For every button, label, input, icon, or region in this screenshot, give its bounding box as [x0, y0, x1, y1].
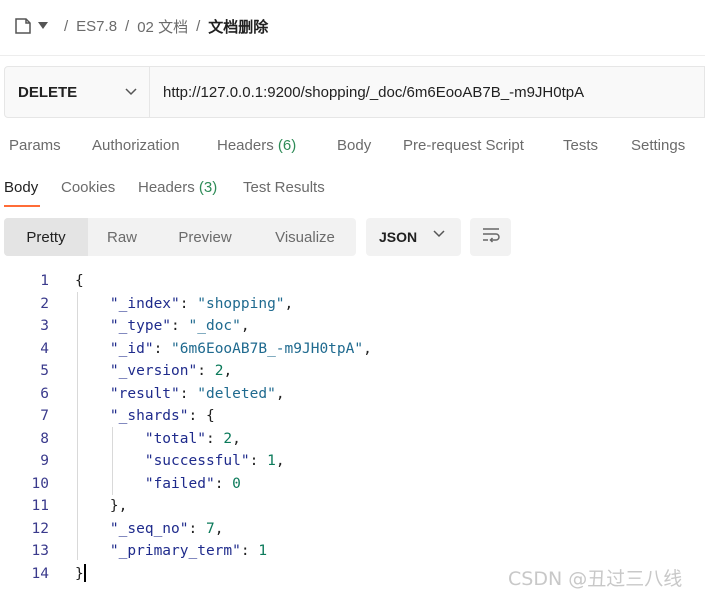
chevron-down-icon	[433, 230, 445, 238]
code-line: "_id": "6m6EooAB7B_-m9JH0tpA",	[109, 340, 372, 357]
request-tabs: Params Authorization Headers (6) Body Pr…	[0, 130, 705, 162]
line-number: 8	[40, 430, 49, 447]
format-label: JSON	[379, 229, 418, 245]
line-number: 5	[40, 363, 49, 379]
response-headers-count: (3)	[198, 179, 218, 196]
active-tab-indicator	[4, 205, 40, 207]
headers-count: (6)	[277, 137, 297, 154]
response-tab-headers[interactable]: Headers (3)	[138, 179, 217, 196]
breadcrumb-item-collection[interactable]: ES7.8	[76, 18, 117, 35]
code-line: "successful": 1,	[144, 453, 285, 469]
tab-settings[interactable]: Settings	[631, 137, 685, 154]
header-divider	[0, 55, 705, 56]
line-number: 7	[40, 408, 49, 424]
tab-headers[interactable]: Headers (6)	[217, 137, 296, 154]
response-body-editor[interactable]: 1 2 3 4 5 6 7 8 9 10 11 12 13 14 { "_ind…	[0, 270, 705, 590]
request-bar: DELETE http://127.0.0.1:9200/shopping/_d…	[4, 66, 705, 118]
wrap-lines-icon	[481, 227, 501, 248]
tab-body[interactable]: Body	[337, 137, 371, 154]
view-raw-button[interactable]: Raw	[88, 218, 156, 256]
breadcrumb: / ES7.8 / 02 文档 / 文档删除	[14, 12, 268, 40]
line-number: 3	[40, 318, 49, 334]
method-select[interactable]: DELETE	[5, 67, 150, 117]
tab-authorization[interactable]: Authorization	[92, 137, 180, 154]
line-number: 13	[31, 543, 49, 559]
line-number: 10	[31, 475, 49, 492]
line-number: 4	[40, 340, 49, 357]
response-tab-body[interactable]: Body	[4, 179, 38, 196]
line-number: 6	[40, 385, 49, 402]
response-tab-headers-label: Headers	[138, 179, 195, 196]
breadcrumb-separator: /	[125, 17, 130, 35]
breadcrumb-item-request: 文档删除	[208, 18, 269, 36]
code-line: "total": 2,	[144, 430, 241, 447]
wrap-lines-button[interactable]	[470, 218, 511, 256]
line-number: 12	[31, 520, 49, 537]
response-tabs: Body Cookies Headers (3) Test Results	[0, 172, 705, 208]
collection-icon[interactable]	[14, 16, 34, 36]
line-number: 2	[40, 295, 49, 312]
code-line: },	[109, 498, 128, 514]
tab-prerequest-script[interactable]: Pre-request Script	[403, 137, 524, 154]
tab-params[interactable]: Params	[9, 137, 61, 154]
code-line: "_primary_term": 1	[109, 543, 268, 559]
code-line: }	[75, 565, 84, 582]
view-pretty-button[interactable]: Pretty	[4, 218, 88, 256]
format-select[interactable]: JSON	[366, 218, 461, 256]
code-line: "_type": "_doc",	[109, 318, 250, 334]
text-cursor	[84, 564, 86, 582]
caret-down-icon[interactable]	[38, 22, 48, 30]
view-mode-group: Pretty Raw Preview Visualize	[4, 218, 356, 256]
tab-headers-label: Headers	[217, 137, 274, 154]
tab-tests[interactable]: Tests	[563, 137, 598, 154]
code-line: "_index": "shopping",	[109, 295, 294, 312]
line-number: 14	[31, 565, 49, 582]
watermark: CSDN @丑过三八线	[508, 568, 683, 590]
response-tab-cookies[interactable]: Cookies	[61, 179, 115, 196]
method-label: DELETE	[18, 83, 78, 101]
code-line: "_seq_no": 7,	[109, 520, 224, 537]
url-input[interactable]: http://127.0.0.1:9200/shopping/_doc/6m6E…	[150, 67, 704, 117]
line-number: 11	[31, 498, 49, 514]
response-tab-test-results[interactable]: Test Results	[243, 179, 325, 196]
code-line: "failed": 0	[144, 475, 241, 492]
code-line: "_version": 2,	[109, 363, 233, 379]
code-line: {	[75, 273, 84, 289]
breadcrumb-separator: /	[196, 17, 201, 35]
code-line: "_shards": {	[109, 408, 215, 424]
code-line: "result": "deleted",	[109, 385, 285, 402]
breadcrumb-separator: /	[64, 17, 69, 35]
chevron-down-icon	[125, 88, 137, 96]
view-preview-button[interactable]: Preview	[156, 218, 254, 256]
line-number: 1	[40, 273, 49, 289]
breadcrumb-item-folder[interactable]: 02 文档	[137, 16, 188, 37]
line-number: 9	[40, 453, 49, 469]
view-visualize-button[interactable]: Visualize	[254, 218, 356, 256]
